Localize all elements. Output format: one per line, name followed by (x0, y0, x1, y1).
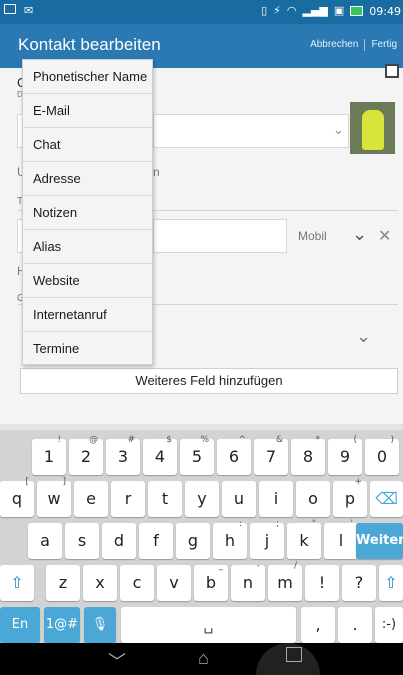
chevron-down-icon[interactable]: ⌄ (333, 122, 344, 138)
menu-item-notes[interactable]: Notizen (23, 196, 152, 230)
keyboard: 1! 2 @ 3 # 4 $ 5% 6 ^ 7 & 8 * 9( 0) q[ w] e r … (0, 424, 403, 643)
remove-field-icon[interactable]: ✕ (378, 226, 391, 246)
key-o[interactable]: o (296, 481, 330, 517)
key-a[interactable]: a (28, 523, 62, 559)
key-r[interactable]: r (111, 481, 145, 517)
key-l[interactable]: l ' (324, 519, 358, 559)
key-j[interactable]: j; (250, 519, 284, 559)
key-3[interactable]: 3 # (106, 435, 140, 475)
key-9[interactable]: 9( (328, 435, 362, 475)
key-v[interactable]: v (157, 565, 191, 601)
shift-right-key[interactable]: ⇧ (379, 565, 403, 601)
shift-left-key[interactable]: ⇧ (0, 565, 34, 601)
key-2[interactable]: 2 @ (69, 435, 103, 475)
signal-icon: ▂▄▆ (302, 4, 328, 17)
key-e[interactable]: e (74, 481, 108, 517)
menu-item-address[interactable]: Adresse (23, 162, 152, 196)
key-f[interactable]: f (139, 523, 173, 559)
home-icon[interactable]: ⌂ (198, 648, 209, 669)
key-6[interactable]: 6 ^ (217, 435, 251, 475)
notification-icon (4, 4, 16, 14)
microphone-icon[interactable]: 🎙 (84, 607, 116, 643)
no-flash-icon: ⚡ (273, 4, 281, 17)
wifi-icon: ◠ (286, 4, 297, 17)
period-key[interactable]: . (338, 607, 372, 643)
chevron-down-icon[interactable]: ⌄ (352, 224, 367, 245)
space-key[interactable]: ␣ (121, 607, 296, 643)
menu-item-alias[interactable]: Alias (23, 230, 152, 264)
comma-key[interactable]: , (301, 607, 335, 643)
key-u[interactable]: u (222, 481, 256, 517)
key-k[interactable]: k " (287, 519, 321, 559)
add-field-button[interactable]: Weiteres Feld hinzufügen (20, 368, 398, 394)
key-m[interactable]: m / (268, 561, 302, 601)
key-i[interactable]: i (259, 481, 293, 517)
key-s[interactable]: s (65, 523, 99, 559)
done-button[interactable]: Fertig (365, 39, 403, 51)
navigation-bar: ﹀ ⌂ (0, 643, 403, 675)
key-d[interactable]: d (102, 523, 136, 559)
cancel-button[interactable]: Abbrechen (304, 39, 364, 51)
recent-apps-icon[interactable] (286, 647, 302, 662)
key-x[interactable]: x (83, 565, 117, 601)
backspace-key[interactable]: ⌫ (370, 481, 403, 517)
key-1[interactable]: 1! (32, 435, 66, 475)
avatar[interactable] (350, 102, 395, 154)
key-w[interactable]: w] (37, 477, 71, 517)
back-icon[interactable]: ﹀ (108, 648, 126, 674)
key-z[interactable]: z (46, 565, 80, 601)
key-b[interactable]: b _ (194, 561, 228, 601)
key-q[interactable]: q[ (0, 477, 34, 517)
symbols-key[interactable]: 1@# (44, 607, 80, 643)
menu-item-phonetic-name[interactable]: Phonetischer Name (23, 60, 152, 94)
key-exclamation[interactable]: ! (305, 565, 339, 601)
expand-icon[interactable] (385, 64, 399, 78)
key-g[interactable]: g (176, 523, 210, 559)
phone-field[interactable] (153, 219, 287, 253)
key-question[interactable]: ? (342, 565, 376, 601)
key-5[interactable]: 5% (180, 435, 214, 475)
partial-label-suffix: n (153, 165, 160, 179)
battery-icon (350, 6, 364, 16)
clock: 09:49 (369, 4, 401, 18)
key-t[interactable]: t (148, 481, 182, 517)
smiley-key[interactable]: :-) (375, 607, 403, 643)
sim-icon: ▣ (333, 4, 345, 17)
key-7[interactable]: 7 & (254, 435, 288, 475)
name-field[interactable] (153, 114, 349, 148)
key-c[interactable]: c (120, 565, 154, 601)
phone-type-select[interactable]: Mobil (298, 229, 327, 243)
status-bar: ✉ ▯ ⚡ ◠ ▂▄▆ ▣ 09:49 (0, 0, 403, 24)
add-field-menu: Phonetischer Name E-Mail Chat Adresse No… (22, 59, 153, 365)
menu-item-internet-call[interactable]: Internetanruf (23, 298, 152, 332)
next-key[interactable]: Weiter (356, 523, 403, 559)
vibrate-icon: ▯ (261, 4, 268, 17)
menu-item-email[interactable]: E-Mail (23, 94, 152, 128)
chevron-down-icon[interactable]: ⌄ (356, 326, 371, 347)
key-0[interactable]: 0) (365, 435, 399, 475)
menu-item-events[interactable]: Termine (23, 332, 152, 366)
key-h[interactable]: h: (213, 519, 247, 559)
key-8[interactable]: 8 * (291, 435, 325, 475)
key-p[interactable]: p + (333, 477, 367, 517)
mail-notification-icon: ✉ (24, 5, 34, 17)
language-key[interactable]: En (0, 607, 40, 643)
menu-item-website[interactable]: Website (23, 264, 152, 298)
key-n[interactable]: n- (231, 561, 265, 601)
page-title: Kontakt bearbeiten (18, 35, 161, 54)
key-y[interactable]: y (185, 481, 219, 517)
menu-item-chat[interactable]: Chat (23, 128, 152, 162)
key-4[interactable]: 4 $ (143, 435, 177, 475)
